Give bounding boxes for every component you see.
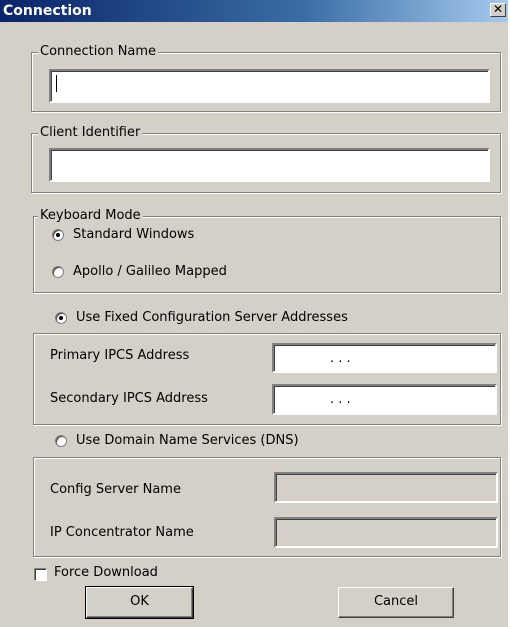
connection-name-group: Connection Name bbox=[31, 44, 501, 112]
standard-windows-radio[interactable] bbox=[52, 229, 64, 241]
ip-concentrator-name-label: IP Concentrator Name bbox=[50, 525, 194, 540]
apollo-galileo-radio[interactable] bbox=[52, 266, 64, 278]
ip-concentrator-name-input[interactable] bbox=[274, 517, 498, 548]
force-download-checkbox[interactable] bbox=[34, 568, 47, 581]
apollo-galileo-label: Apollo / Galileo Mapped bbox=[73, 264, 227, 279]
keyboard-mode-legend: Keyboard Mode bbox=[38, 208, 143, 223]
keyboard-mode-group: Keyboard Mode Standard Windows Apollo / … bbox=[33, 208, 501, 293]
cancel-button[interactable]: Cancel bbox=[338, 587, 454, 618]
client-identifier-input[interactable] bbox=[49, 148, 490, 182]
client-identifier-legend: Client Identifier bbox=[38, 125, 143, 140]
window-title: Connection bbox=[3, 3, 92, 19]
close-icon[interactable]: ✕ bbox=[490, 3, 506, 17]
config-server-name-input[interactable] bbox=[274, 472, 498, 503]
fixed-addresses-panel: Primary IPCS Address . . . Secondary IPC… bbox=[33, 333, 501, 425]
use-dns-label: Use Domain Name Services (DNS) bbox=[76, 433, 299, 448]
connection-name-input[interactable] bbox=[49, 69, 490, 103]
primary-ipcs-address-input[interactable]: . . . bbox=[272, 343, 497, 373]
secondary-ip-separators: . . . bbox=[330, 392, 351, 407]
use-dns-radio[interactable] bbox=[55, 435, 67, 447]
text-caret bbox=[56, 75, 57, 92]
secondary-ipcs-address-input[interactable]: . . . bbox=[272, 384, 497, 415]
primary-ipcs-label: Primary IPCS Address bbox=[50, 348, 190, 363]
use-fixed-config-label: Use Fixed Configuration Server Addresses bbox=[76, 310, 348, 325]
dns-panel: Config Server Name IP Concentrator Name bbox=[33, 457, 501, 557]
connection-dialog: Connection ✕ Connection Name Client Iden… bbox=[0, 0, 508, 627]
force-download-label: Force Download bbox=[54, 565, 158, 580]
client-identifier-group: Client Identifier bbox=[31, 125, 501, 193]
title-bar: Connection ✕ bbox=[0, 0, 508, 22]
primary-ip-separators: . . . bbox=[330, 351, 351, 366]
standard-windows-label: Standard Windows bbox=[73, 227, 195, 242]
config-server-name-label: Config Server Name bbox=[50, 482, 181, 497]
ok-button[interactable]: OK bbox=[85, 586, 194, 619]
connection-name-legend: Connection Name bbox=[38, 44, 159, 59]
secondary-ipcs-label: Secondary IPCS Address bbox=[50, 391, 208, 406]
use-fixed-config-radio[interactable] bbox=[55, 312, 67, 324]
